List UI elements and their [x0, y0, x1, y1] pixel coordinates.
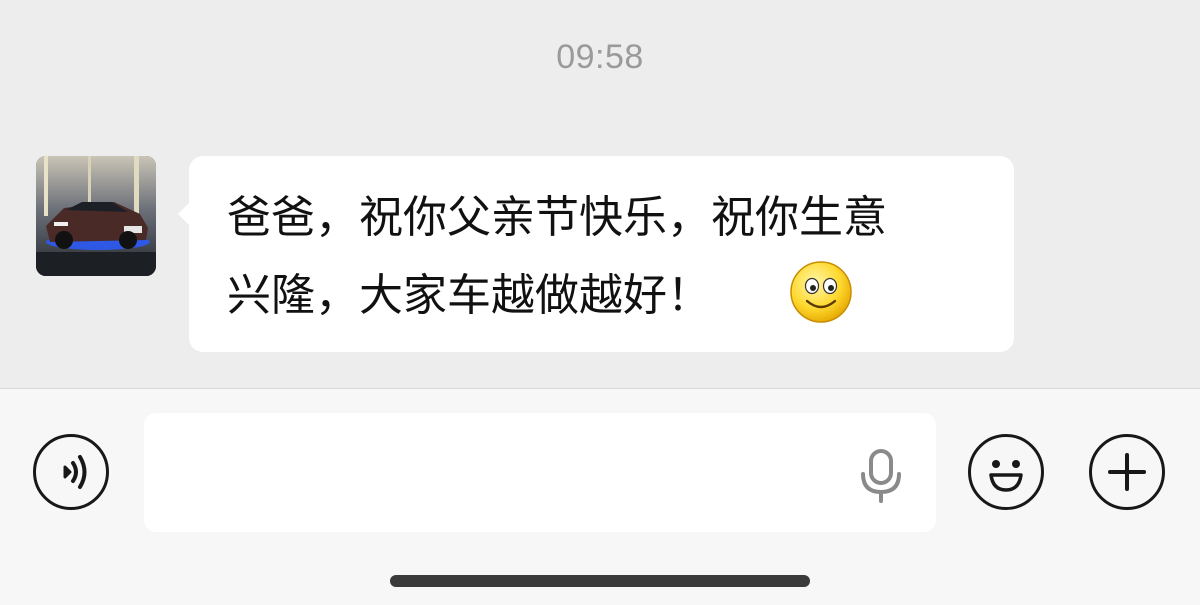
plus-icon	[1108, 453, 1146, 491]
bubble-tail	[178, 202, 190, 226]
emoji-button[interactable]	[968, 434, 1044, 510]
message-text-line: 兴隆，大家车越做越好！	[227, 270, 711, 321]
message-input[interactable]	[144, 413, 936, 532]
home-indicator[interactable]	[390, 575, 810, 587]
smiley-icon	[790, 261, 852, 323]
chat-area: 09:58 爸爸，祝你父亲节快乐，祝你生意 兴隆，大家车越做越好！	[0, 0, 1200, 388]
message-timestamp: 09:58	[556, 38, 644, 76]
voice-mode-icon	[63, 455, 87, 489]
message-bubble[interactable]: 爸爸，祝你父亲节快乐，祝你生意 兴隆，大家车越做越好！	[178, 156, 1014, 352]
microphone-icon[interactable]	[858, 448, 904, 504]
more-options-button[interactable]	[1089, 434, 1165, 510]
message-text-line: 爸爸，祝你父亲节快乐，祝你生意	[227, 192, 887, 243]
emoji-icon	[989, 460, 1023, 492]
voice-mode-button[interactable]	[33, 434, 109, 510]
contact-avatar[interactable]	[36, 156, 156, 276]
car-photo-avatar	[36, 156, 156, 276]
